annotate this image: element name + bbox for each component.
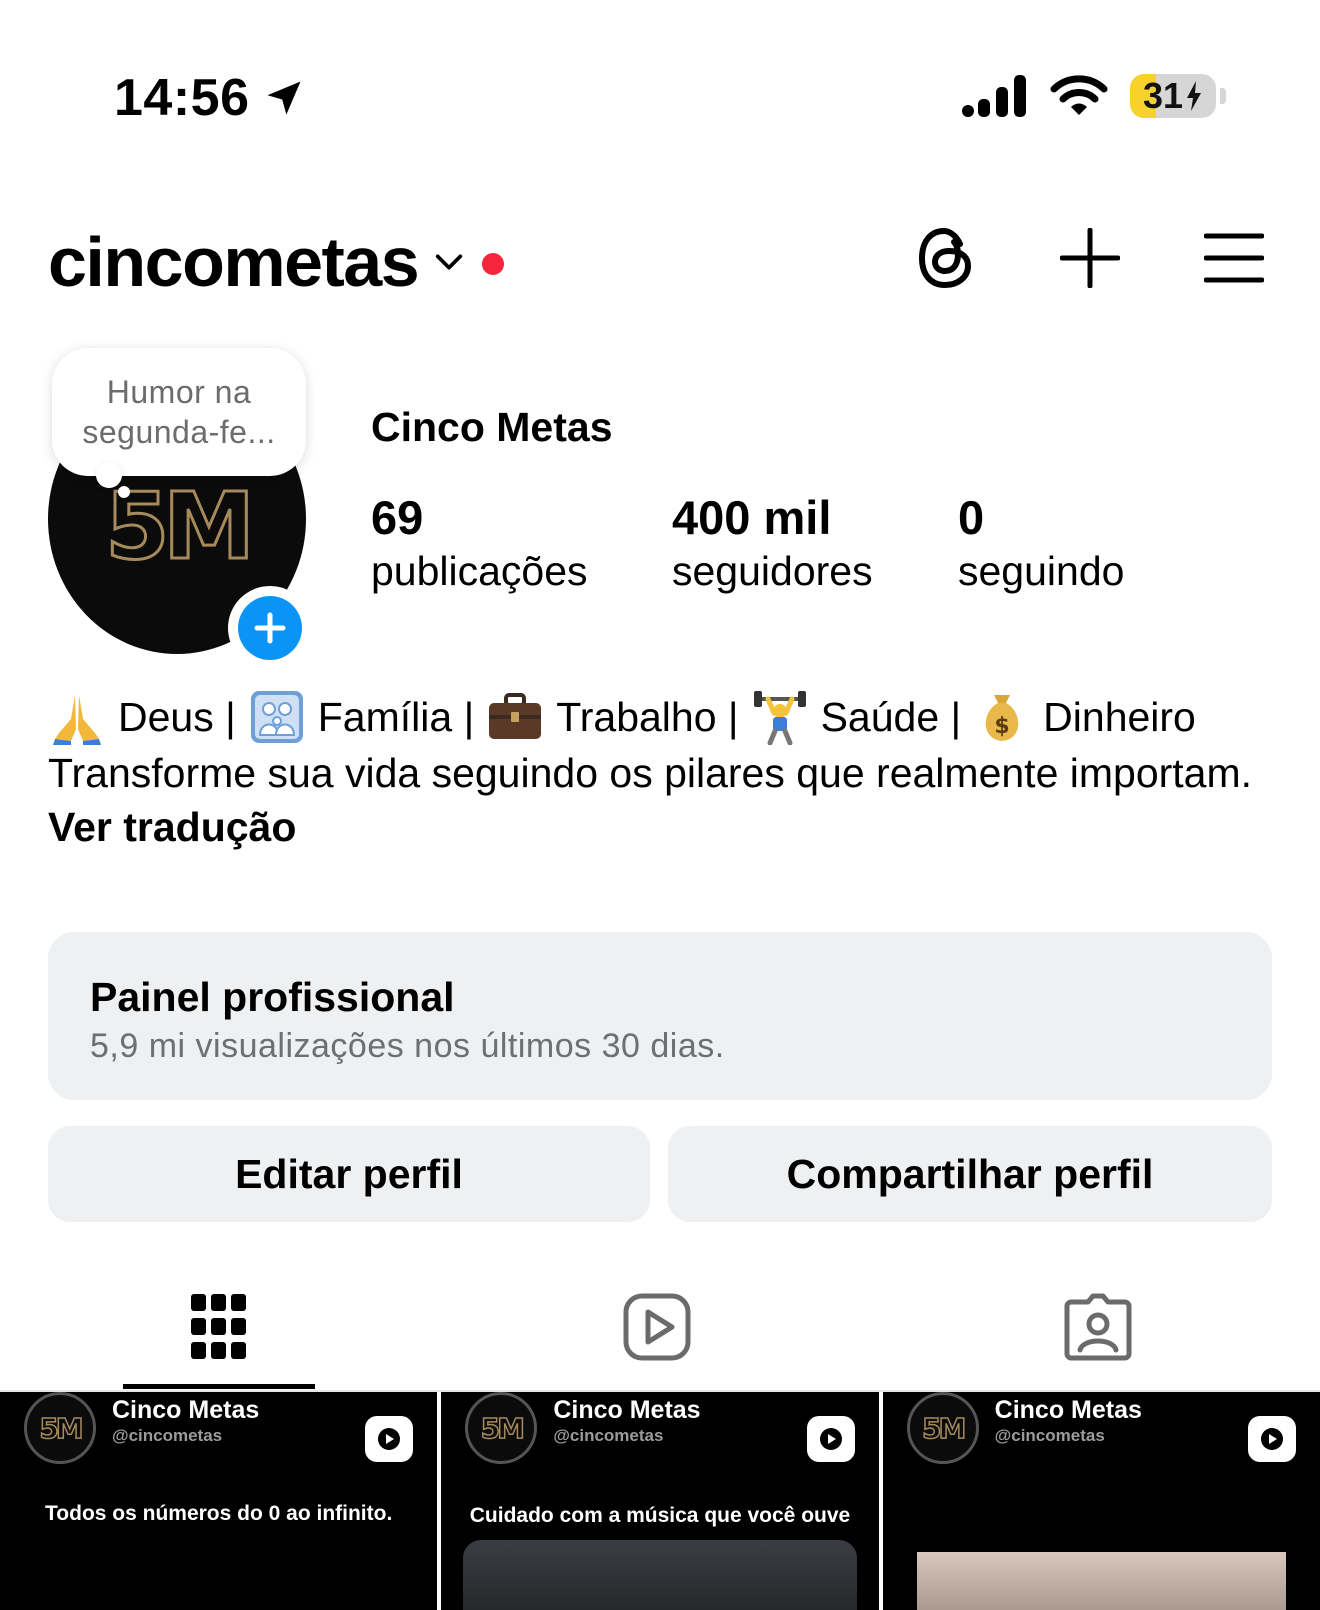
pillar-familia: Família | <box>317 694 475 740</box>
stat-label: seguidores <box>672 548 873 594</box>
notification-dot <box>482 253 505 275</box>
stat-value: 0 <box>958 491 985 544</box>
account-switcher[interactable]: cincometas <box>48 222 505 302</box>
post-caption: Cuidado com a música que você ouve <box>469 1504 851 1527</box>
post-author-name: Cinco Metas <box>553 1396 701 1424</box>
status-indicators: 31 <box>962 74 1226 118</box>
post-author-handle: @cincometas <box>112 1426 223 1445</box>
battery-indicator: 31 <box>1130 74 1216 118</box>
clock: 14:56 <box>114 69 250 127</box>
note-bubble-tail <box>96 462 122 488</box>
grid-icon <box>191 1294 246 1359</box>
chevron-down-icon <box>435 254 463 270</box>
praying-hands-icon <box>48 688 106 746</box>
see-translation-link[interactable]: Ver tradução <box>48 800 1278 854</box>
post-avatar: 5M <box>24 1392 96 1464</box>
play-icon <box>378 1428 401 1450</box>
pillar-dinheiro: Dinheiro <box>1043 694 1196 740</box>
threads-button[interactable] <box>914 226 978 290</box>
wifi-icon <box>1050 75 1108 115</box>
charging-bolt-icon <box>1187 81 1202 111</box>
plus-icon <box>254 612 286 644</box>
professional-dashboard[interactable]: Painel profissional 5,9 mi visualizações… <box>48 932 1272 1100</box>
post-thumbnail-image <box>463 1540 857 1610</box>
battery-level: 31 <box>1142 75 1184 116</box>
stat-followers[interactable]: 400 mil seguidores <box>672 490 873 596</box>
bio: Deus | Família | Trabalho | Saúde | $ Di… <box>48 688 1278 854</box>
stat-label: seguindo <box>958 548 1125 594</box>
posts-grid: 5M Cinco Metas @cincometas Todos os núme… <box>0 1392 1320 1610</box>
money-bag-icon: $ <box>973 688 1031 746</box>
post-avatar: 5M <box>906 1392 979 1464</box>
post-author-name: Cinco Metas <box>994 1396 1142 1424</box>
location-arrow-icon <box>267 81 300 115</box>
threads-icon <box>918 227 972 289</box>
post-avatar: 5M <box>465 1392 538 1464</box>
reels-icon <box>623 1293 691 1361</box>
play-icon <box>819 1428 842 1450</box>
stat-posts[interactable]: 69 publicações <box>371 490 588 596</box>
pillar-saude: Saúde | <box>820 694 962 740</box>
tagged-icon <box>1064 1293 1132 1361</box>
pillar-trabalho: Trabalho | <box>556 694 739 740</box>
menu-button[interactable] <box>1202 226 1266 290</box>
reel-badge <box>1247 1416 1296 1462</box>
stat-value: 400 mil <box>672 491 832 544</box>
post-author-handle: @cincometas <box>994 1426 1105 1445</box>
note-text: Humor na segunda-fe... <box>82 374 276 450</box>
edit-profile-button[interactable]: Editar perfil <box>48 1126 650 1222</box>
dashboard-subtitle: 5,9 mi visualizações nos últimos 30 dias… <box>90 1027 725 1065</box>
bio-pillars: Deus | Família | Trabalho | Saúde | $ Di… <box>48 688 1278 746</box>
tab-tagged[interactable] <box>1058 1290 1138 1364</box>
share-profile-button[interactable]: Compartilhar perfil <box>668 1126 1272 1222</box>
reel-badge <box>806 1416 855 1462</box>
play-icon <box>1260 1428 1283 1450</box>
cellular-signal-icon <box>962 75 1026 117</box>
add-story-button[interactable] <box>228 586 312 670</box>
post-author-handle: @cincometas <box>553 1426 664 1445</box>
stat-label: publicações <box>371 548 588 594</box>
status-time: 14:56 <box>114 68 306 128</box>
post-tile[interactable]: 5M Cinco Metas @cincometas Cuidado com a… <box>441 1392 879 1610</box>
username: cincometas <box>48 223 420 301</box>
dashboard-title: Painel profissional <box>90 974 455 1020</box>
briefcase-icon <box>486 688 544 746</box>
plus-icon <box>1060 228 1120 288</box>
header-actions <box>914 226 1266 290</box>
display-name: Cinco Metas <box>371 404 613 450</box>
post-author-name: Cinco Metas <box>112 1396 260 1424</box>
menu-icon <box>1204 233 1264 283</box>
stat-following[interactable]: 0 seguindo <box>958 490 1124 596</box>
pillar-deus: Deus | <box>118 694 236 740</box>
post-thumbnail-image <box>916 1552 1286 1610</box>
active-tab-indicator <box>123 1384 315 1389</box>
create-button[interactable] <box>1058 226 1122 290</box>
stat-value: 69 <box>371 491 424 544</box>
bio-text: Transforme sua vida seguindo os pilares … <box>48 750 1253 796</box>
reel-badge <box>365 1416 414 1462</box>
svg-text:$: $ <box>995 714 1010 739</box>
tab-posts-grid[interactable] <box>179 1290 259 1364</box>
tab-reels[interactable] <box>617 1290 697 1364</box>
weightlifter-icon <box>751 688 809 746</box>
note-bubble-tail-small <box>118 486 130 498</box>
post-caption: Todos os números do 0 ao infinito. <box>45 1502 393 1525</box>
post-tile[interactable]: 5M Cinco Metas @cincometas <box>882 1392 1320 1610</box>
family-icon <box>248 688 306 746</box>
note-bubble[interactable]: Humor na segunda-fe... <box>52 348 306 476</box>
post-tile[interactable]: 5M Cinco Metas @cincometas Todos os núme… <box>0 1392 438 1610</box>
